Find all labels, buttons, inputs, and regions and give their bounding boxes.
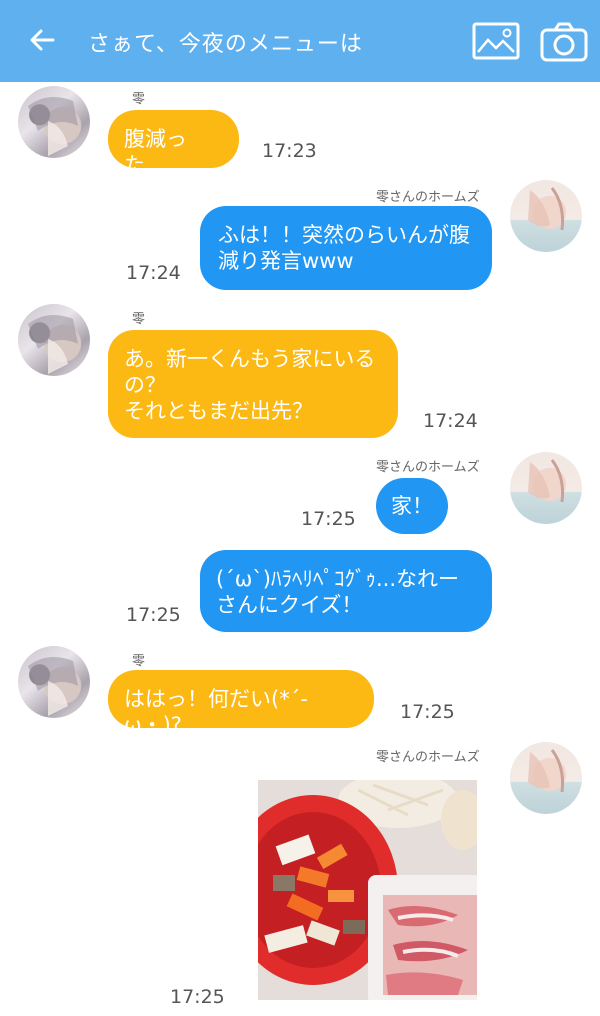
avatar[interactable] — [18, 304, 90, 376]
message-bubble[interactable]: あ。新一くんもう家にいるの？ それともまだ出先？ — [108, 330, 398, 438]
message-bubble[interactable]: ははっ！何だい(*´-ω・)? — [108, 670, 374, 737]
sender-name: 零さんのホームズ — [376, 750, 480, 765]
chat-title: さぁて、今夜のメニューは — [88, 32, 363, 57]
avatar[interactable] — [18, 646, 90, 718]
avatar[interactable] — [510, 180, 582, 252]
sender-name: 零 — [132, 312, 146, 327]
message-time: 17:25 — [170, 986, 225, 1008]
camera-button[interactable] — [540, 22, 588, 66]
sender-name: 零さんのホームズ — [376, 460, 480, 475]
message-bubble[interactable]: (ˊωˋ)ﾊﾗﾍﾘﾍﾟｺｸﾞｩ...なれーさんにクイズ！ — [200, 550, 492, 632]
gallery-button[interactable] — [472, 22, 520, 64]
message-bubble[interactable]: 家！ — [376, 478, 448, 534]
avatar[interactable] — [18, 86, 90, 158]
message-time: 17:23 — [262, 140, 317, 162]
arrow-left-icon — [30, 29, 55, 51]
message-bubble[interactable]: ふは！！突然のらいんが腹減り発言www — [200, 206, 492, 290]
image-icon — [472, 22, 520, 60]
food-photo[interactable] — [258, 780, 477, 1000]
avatar-art — [28, 315, 78, 374]
message-time: 17:25 — [301, 508, 356, 530]
avatar-art — [528, 187, 564, 231]
message-bubble[interactable]: 腹減った… — [108, 110, 239, 177]
sender-name: 零さんのホームズ — [376, 190, 480, 205]
camera-icon — [540, 22, 588, 62]
avatar-art — [28, 97, 78, 156]
message-time: 17:24 — [126, 262, 181, 284]
message-time: 17:25 — [400, 701, 455, 723]
message-time: 17:24 — [423, 410, 478, 432]
avatar[interactable] — [510, 452, 582, 524]
avatar[interactable] — [510, 742, 582, 814]
app-header: さぁて、今夜のメニューは — [0, 0, 600, 82]
sender-name: 零 — [132, 92, 146, 107]
avatar-art — [528, 749, 564, 793]
message-time: 17:25 — [126, 604, 181, 626]
sender-name: 零 — [132, 654, 146, 669]
avatar-art — [528, 459, 564, 503]
food-photo-image — [258, 780, 477, 1000]
avatar-art — [28, 657, 78, 716]
back-button[interactable] — [24, 22, 60, 58]
